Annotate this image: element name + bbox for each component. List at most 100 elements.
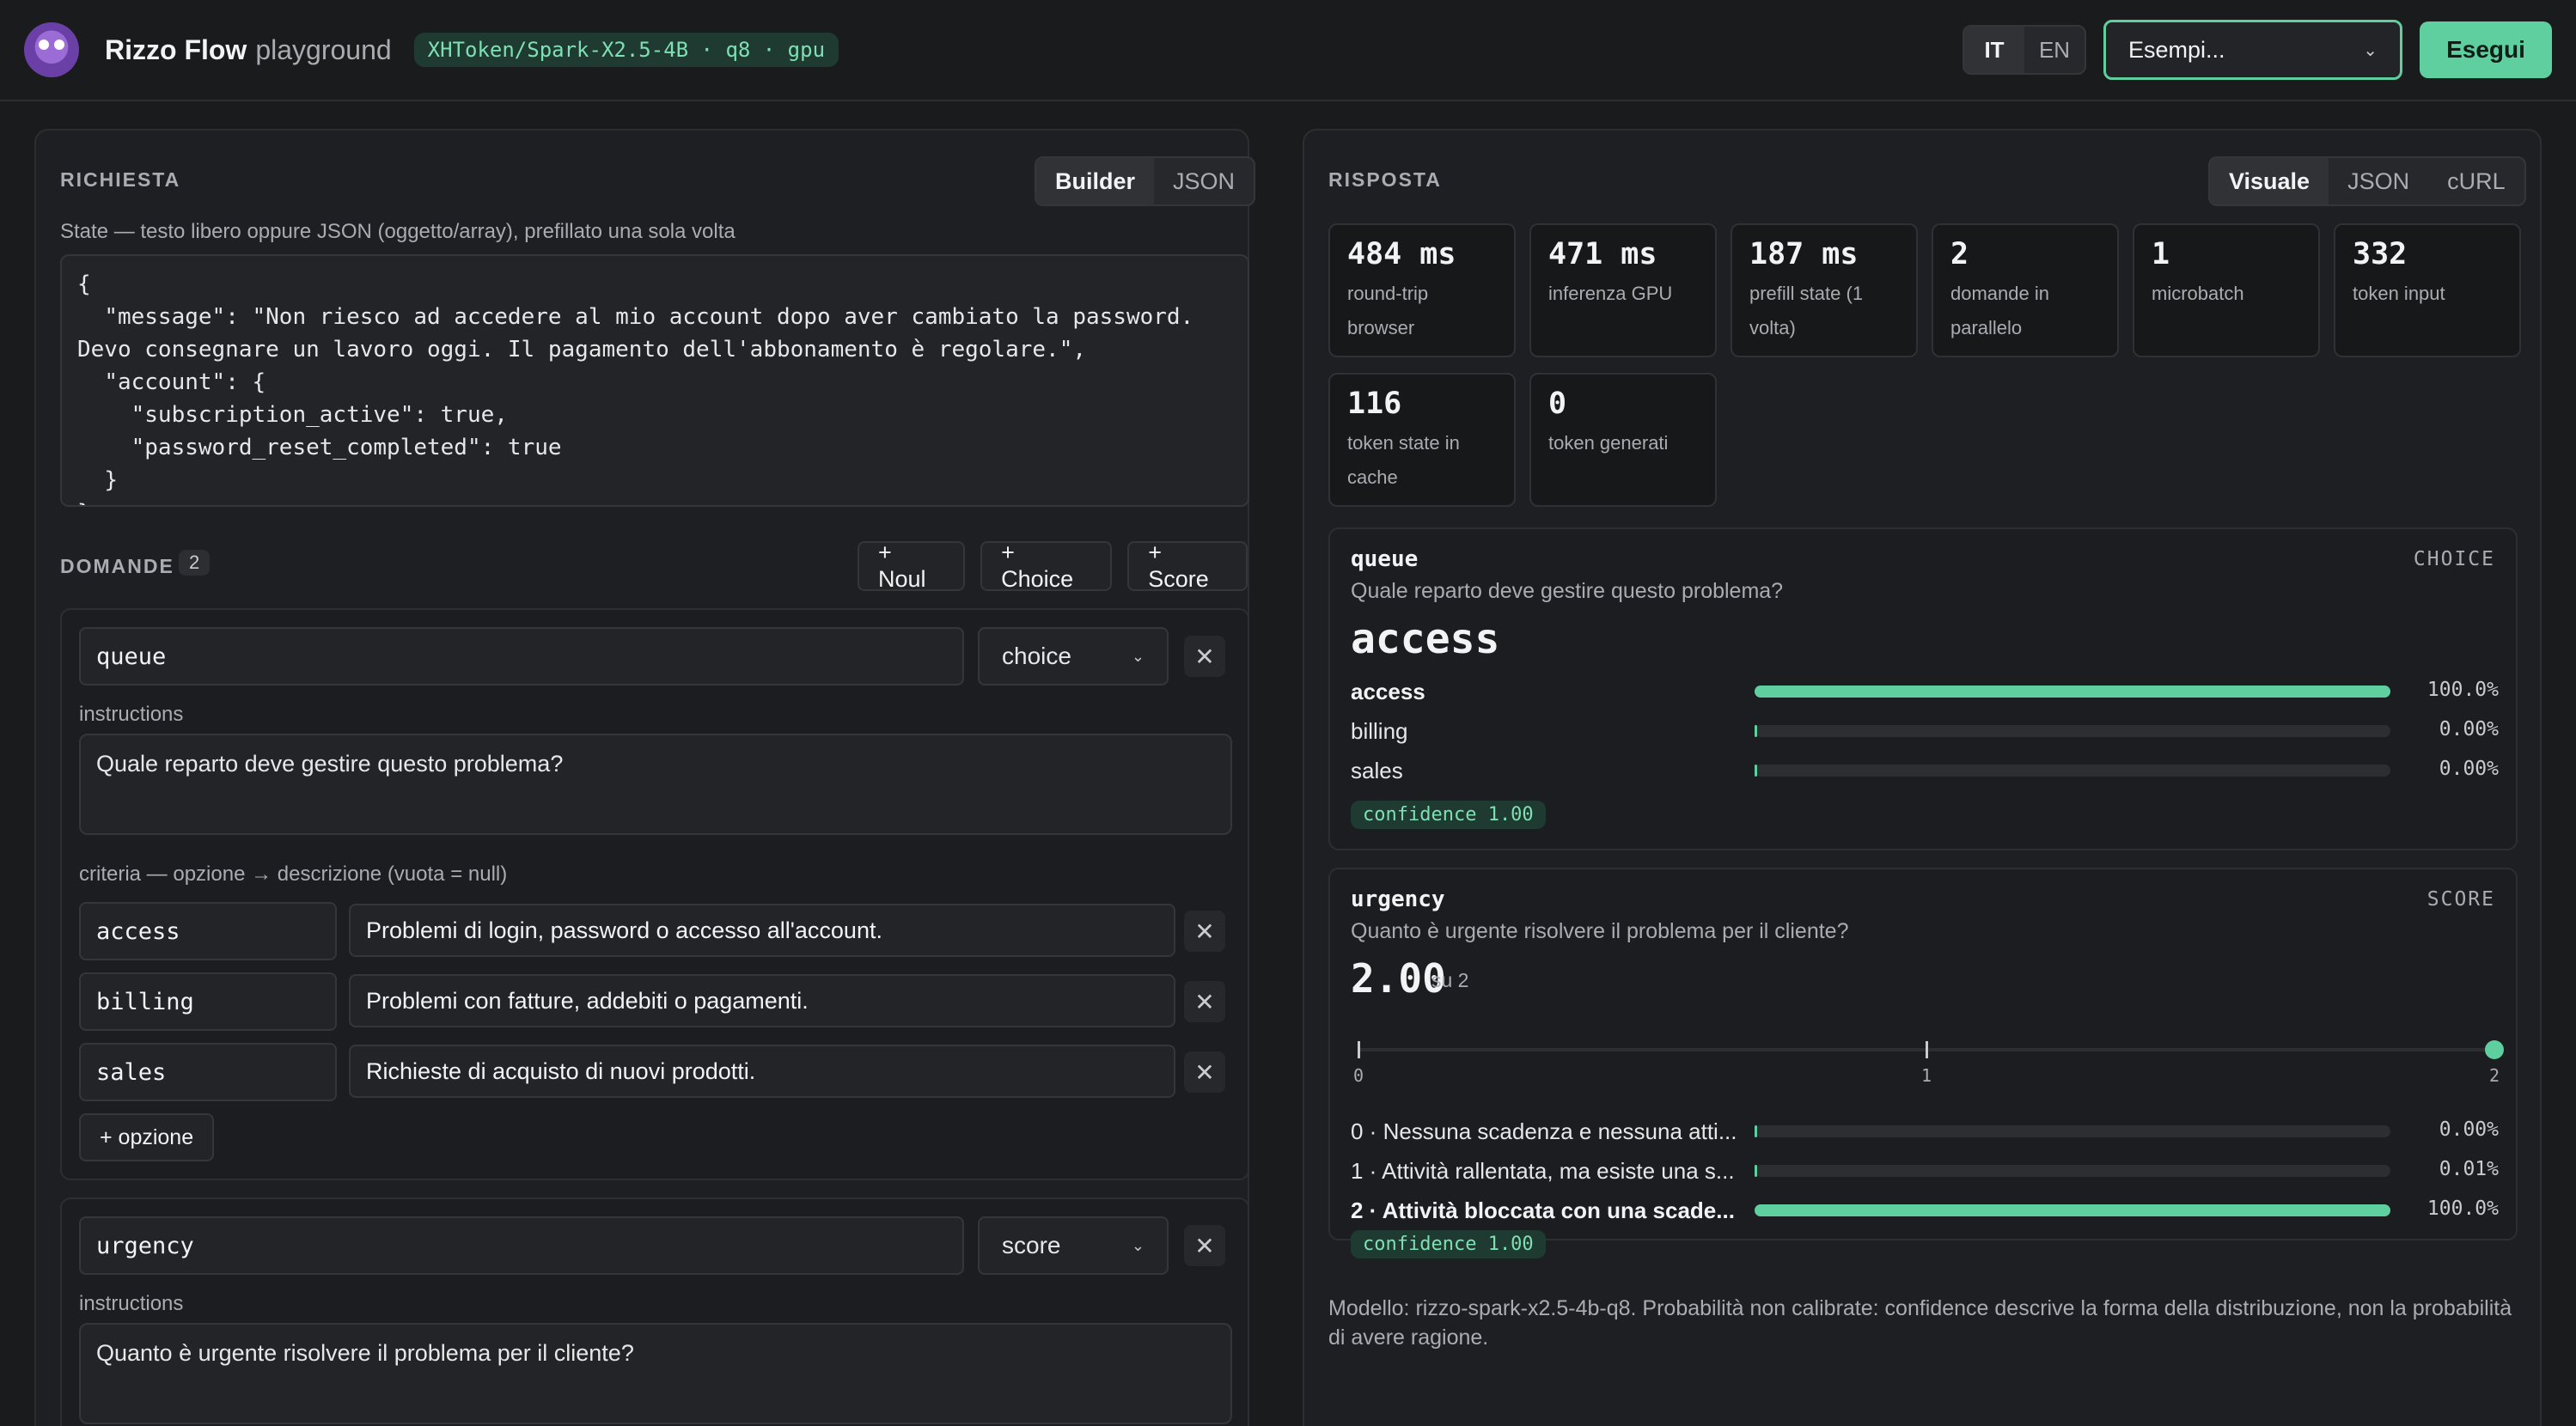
prob-row-pct: 100.0% — [2426, 1197, 2499, 1220]
lang-it-button[interactable]: IT — [1964, 27, 2024, 73]
tab-json[interactable]: JSON — [1154, 158, 1254, 204]
chevron-down-icon: ⌄ — [1131, 1236, 1145, 1254]
stat-label: microbatch — [2152, 283, 2244, 304]
request-panel: RICHIESTA Builder JSON State — testo lib… — [34, 129, 1256, 1426]
remove-question-button[interactable]: ✕ — [1184, 636, 1225, 677]
question-type-select[interactable]: choice ⌄ — [978, 627, 1169, 686]
response-title: RISPOSTA — [1328, 168, 1442, 191]
question-name-input[interactable]: urgency — [79, 1216, 964, 1275]
prob-bar — [1755, 765, 2390, 777]
instructions-textarea[interactable]: Quanto è urgente risolvere il problema p… — [79, 1323, 1232, 1424]
scale-label: 2 — [2489, 1065, 2500, 1086]
scale-label: 1 — [1921, 1065, 1932, 1086]
stat-value: 0 — [1548, 387, 1567, 421]
stat-card: 187 ms prefill state (1 volta) — [1731, 223, 1918, 357]
prob-row-label: 0 · Nessuna scadenza e nessuna atti... — [1351, 1118, 1737, 1144]
logo-icon — [24, 22, 79, 77]
response-view-tabs: Visuale JSON cURL — [2208, 156, 2526, 206]
prob-row-pct: 0.00% — [2439, 758, 2499, 780]
stat-value: 332 — [2353, 237, 2408, 271]
stat-card: 332 token input — [2334, 223, 2521, 357]
question-type-select[interactable]: score ⌄ — [978, 1216, 1169, 1275]
stat-label: inferenza GPU — [1548, 283, 1673, 304]
remove-question-button[interactable]: ✕ — [1184, 1225, 1225, 1266]
stat-value: 187 ms — [1749, 237, 1859, 271]
result-card-queue: queue CHOICE Quale reparto deve gestire … — [1328, 527, 2518, 850]
prob-bar-fill — [1755, 765, 1757, 777]
instructions-label: instructions — [79, 1292, 184, 1315]
app-title: Rizzo Flow — [105, 34, 247, 65]
add-option-button[interactable]: + opzione — [79, 1113, 215, 1161]
result-question: Quanto è urgente risolvere il problema p… — [1351, 919, 1849, 943]
examples-select[interactable]: Esempi... ⌄ — [2103, 20, 2402, 80]
close-icon: ✕ — [1194, 1058, 1215, 1086]
tab-visual[interactable]: Visuale — [2210, 158, 2329, 204]
stat-label: token input — [2353, 283, 2445, 304]
question-name-input[interactable]: queue — [79, 627, 964, 686]
add-choice-question-button[interactable]: + Choice — [980, 539, 1113, 592]
remove-option-button[interactable]: ✕ — [1184, 1051, 1225, 1093]
examples-select-value: Esempi... — [2128, 36, 2225, 63]
add-score-question-button[interactable]: + Score — [1127, 539, 1248, 592]
stat-value: 1 — [2152, 237, 2170, 271]
stat-card: 2 domande in parallelo — [1932, 223, 2119, 357]
add-null-question-button[interactable]: + Noul — [858, 539, 966, 592]
stat-card: 116 token state in cache — [1328, 373, 1516, 507]
score-of: su 2 — [1431, 969, 1469, 991]
chevron-down-icon: ⌄ — [1131, 647, 1145, 665]
option-desc-input[interactable]: Richieste di acquisto di nuovi prodotti. — [349, 1045, 1175, 1098]
stat-value: 484 ms — [1347, 237, 1456, 271]
prob-row-label: 2 · Attività bloccata con una scade... — [1351, 1197, 1735, 1223]
option-desc-input[interactable]: Problemi con fatture, addebiti o pagamen… — [349, 974, 1175, 1027]
stat-label: round-trip browser — [1347, 283, 1429, 338]
state-textarea[interactable]: { "message": "Non riesco ad accedere al … — [60, 254, 1249, 507]
score-marker — [2485, 1040, 2504, 1059]
tab-builder[interactable]: Builder — [1036, 158, 1155, 204]
language-toggle: IT EN — [1963, 25, 2086, 75]
questions-count-badge: 2 — [179, 550, 211, 576]
option-desc-input[interactable]: Problemi di login, password o accesso al… — [349, 904, 1175, 957]
close-icon: ✕ — [1194, 1232, 1215, 1259]
criteria-label: criteria — opzione → descrizione (vuota … — [79, 862, 508, 886]
prob-row-pct: 0.01% — [2439, 1158, 2499, 1180]
scale-label: 0 — [1353, 1065, 1364, 1086]
add-question-buttons: + Noul + Choice + Score — [858, 539, 1248, 592]
prob-bar — [1755, 1204, 2390, 1216]
tab-json[interactable]: JSON — [2329, 158, 2428, 204]
model-badge: XHToken/Spark-X2.5-4B · q8 · gpu — [413, 33, 839, 67]
prob-bar-fill — [1755, 1165, 1757, 1177]
confidence-badge: confidence 1.00 — [1351, 801, 1546, 829]
response-panel: RISPOSTA Visuale JSON cURL 484 ms round-… — [1303, 129, 2542, 1426]
tab-curl[interactable]: cURL — [2428, 158, 2524, 204]
stat-label: token generati — [1548, 432, 1669, 454]
instructions-textarea[interactable]: Quale reparto deve gestire questo proble… — [79, 734, 1232, 835]
stat-card: 471 ms inferenza GPU — [1529, 223, 1717, 357]
result-answer: access — [1351, 615, 1500, 663]
option-key-input[interactable]: sales — [79, 1043, 337, 1101]
prob-bar — [1755, 725, 2390, 737]
prob-row-pct: 0.00% — [2439, 718, 2499, 740]
instructions-label: instructions — [79, 703, 184, 726]
remove-option-button[interactable]: ✕ — [1184, 981, 1225, 1022]
scale-tick — [1926, 1041, 1928, 1058]
stat-card: 1 microbatch — [2133, 223, 2320, 357]
result-card-urgency: urgency SCORE Quanto è urgente risolvere… — [1328, 868, 2518, 1258]
model-footnote: Modello: rizzo-spark-x2.5-4b-q8. Probabi… — [1328, 1296, 2512, 1350]
result-question: Quale reparto deve gestire questo proble… — [1351, 579, 1784, 603]
questions-title: DOMANDE — [60, 555, 174, 577]
prob-row-label: 1 · Attività rallentata, ma esiste una s… — [1351, 1158, 1735, 1184]
prob-row-pct: 100.0% — [2426, 679, 2499, 701]
option-key-input[interactable]: billing — [79, 972, 337, 1031]
prob-row-pct: 0.00% — [2439, 1118, 2499, 1141]
state-label: State — testo libero oppure JSON (oggett… — [60, 220, 736, 243]
remove-option-button[interactable]: ✕ — [1184, 911, 1225, 952]
prob-bar-fill — [1755, 725, 1757, 737]
top-bar: Rizzo Flow playground XHToken/Spark-X2.5… — [0, 0, 2576, 101]
question-card-urgency: urgency score ⌄ ✕ instructions Quanto è … — [60, 1197, 1249, 1426]
stat-label: domande in parallelo — [1950, 283, 2049, 338]
run-button[interactable]: Esegui — [2420, 21, 2552, 78]
prob-bar-fill — [1755, 1204, 2390, 1216]
option-key-input[interactable]: access — [79, 902, 337, 960]
question-type-value: score — [1002, 1232, 1061, 1258]
lang-en-button[interactable]: EN — [2024, 27, 2085, 73]
